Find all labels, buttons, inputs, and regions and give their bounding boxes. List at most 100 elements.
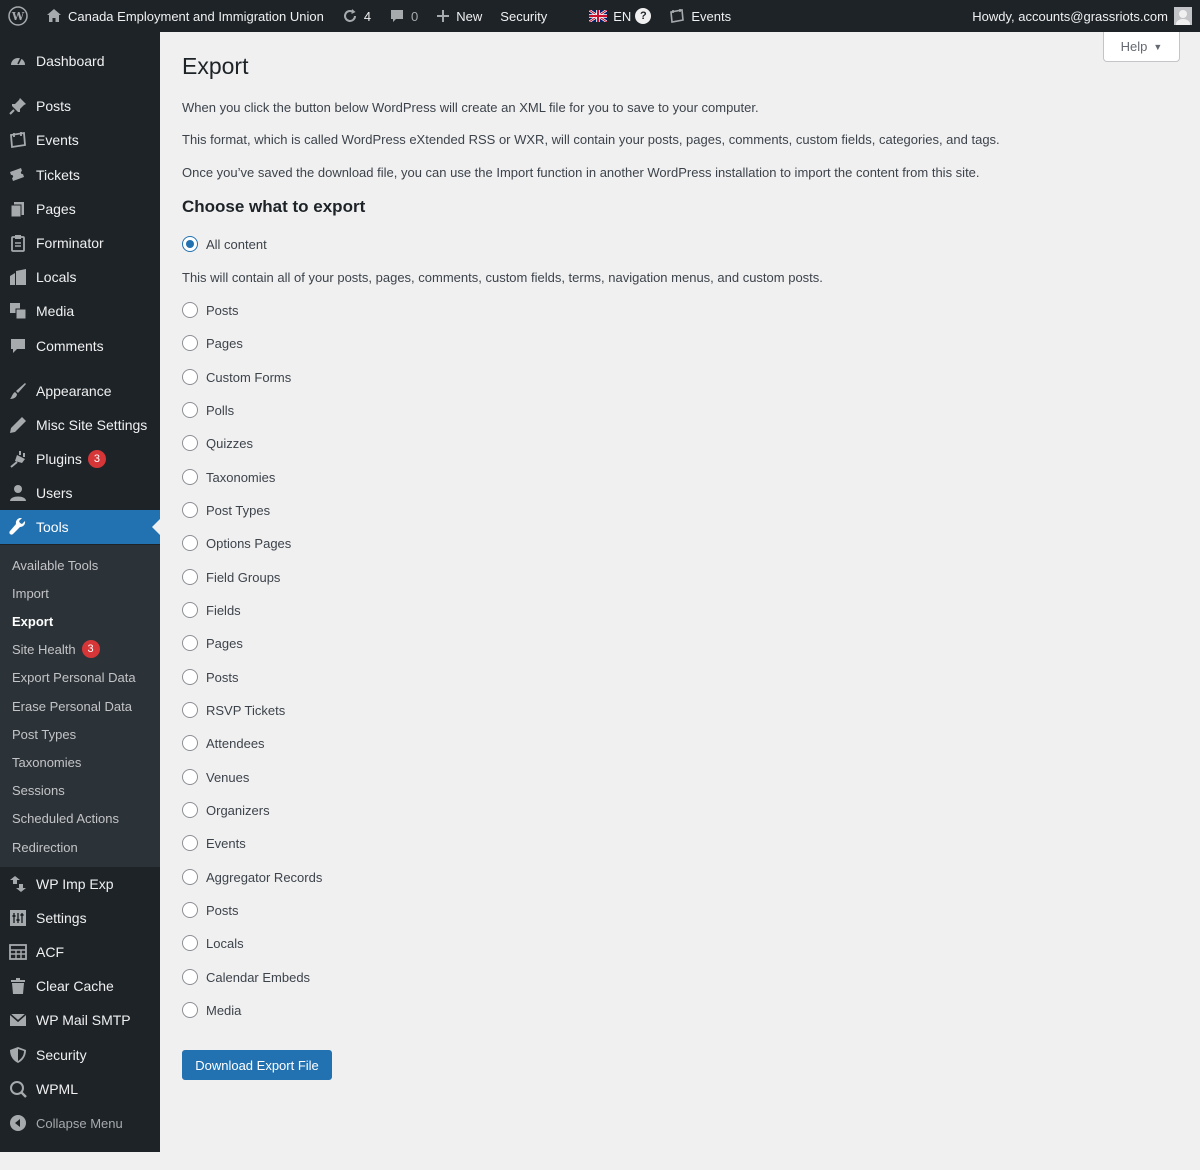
sidebar-item-media[interactable]: Media	[0, 294, 160, 328]
radio-option-fields[interactable]: Fields	[182, 600, 241, 620]
sidebar-item-tickets[interactable]: Tickets	[0, 158, 160, 192]
events-link[interactable]: Events	[660, 0, 740, 32]
radio-button[interactable]	[182, 435, 198, 451]
submenu-item-label: Post Types	[12, 726, 77, 742]
radio-option-field-groups[interactable]: Field Groups	[182, 567, 280, 587]
sidebar-item-pages[interactable]: Pages	[0, 192, 160, 226]
radio-button[interactable]	[182, 735, 198, 751]
submenu-item-erase-personal-data[interactable]: Erase Personal Data	[12, 696, 132, 716]
radio-button[interactable]	[182, 469, 198, 485]
radio-option-custom-forms[interactable]: Custom Forms	[182, 367, 291, 387]
sidebar-item-comments[interactable]: Comments	[0, 329, 160, 363]
radio-option-rsvp-tickets[interactable]: RSVP Tickets	[182, 700, 285, 720]
radio-button[interactable]	[182, 669, 198, 685]
radio-option-attendees[interactable]: Attendees	[182, 733, 265, 753]
radio-button[interactable]	[182, 535, 198, 551]
radio-button[interactable]	[182, 569, 198, 585]
security-link[interactable]: Security	[491, 0, 556, 32]
radio-option-locals[interactable]: Locals	[182, 933, 244, 953]
submenu-item-site-health[interactable]: Site Health 3	[12, 639, 100, 659]
radio-button[interactable]	[182, 869, 198, 885]
sidebar-item-misc-site-settings[interactable]: Misc Site Settings	[0, 408, 160, 442]
submenu-item-redirection[interactable]: Redirection	[12, 837, 78, 857]
radio-button[interactable]	[182, 702, 198, 718]
radio-button[interactable]	[182, 602, 198, 618]
download-export-button[interactable]: Download Export File	[182, 1050, 332, 1080]
sidebar-item-wp-mail-smtp[interactable]: WP Mail SMTP	[0, 1003, 160, 1037]
submenu-item-import[interactable]: Import	[12, 583, 49, 603]
radio-option-calendar-embeds[interactable]: Calendar Embeds	[182, 967, 310, 987]
submenu-item-label: Scheduled Actions	[12, 810, 119, 826]
submenu-item-scheduled-actions[interactable]: Scheduled Actions	[12, 808, 119, 828]
sidebar-item-posts[interactable]: Posts	[0, 89, 160, 123]
radio-button[interactable]	[182, 935, 198, 951]
radio-button[interactable]	[182, 902, 198, 918]
radio-button[interactable]	[182, 302, 198, 318]
wordpress-logo-icon[interactable]: W	[0, 0, 37, 32]
radio-option-aggregator-records[interactable]: Aggregator Records	[182, 867, 322, 887]
sidebar-item-label: WP Mail SMTP	[36, 1012, 131, 1028]
sidebar-item-plugins[interactable]: Plugins 3	[0, 442, 160, 476]
help-button[interactable]: Help ▼	[1103, 32, 1180, 62]
radio-option-organizers[interactable]: Organizers	[182, 800, 270, 820]
shield-icon	[0, 1046, 36, 1064]
radio-option-polls[interactable]: Polls	[182, 400, 234, 420]
radio-button-checked[interactable]	[182, 236, 198, 252]
collapse-menu-button[interactable]: Collapse Menu	[0, 1106, 160, 1140]
submenu-item-export-personal-data[interactable]: Export Personal Data	[12, 667, 136, 687]
sidebar-item-events[interactable]: Events	[0, 123, 160, 157]
sidebar-item-settings[interactable]: Settings	[0, 901, 160, 935]
radio-button[interactable]	[182, 835, 198, 851]
sidebar-item-security[interactable]: Security	[0, 1038, 160, 1072]
radio-button[interactable]	[182, 502, 198, 518]
sidebar-item-clear-cache[interactable]: Clear Cache	[0, 969, 160, 1003]
submenu-item-export[interactable]: Export	[12, 611, 53, 631]
radio-button[interactable]	[182, 802, 198, 818]
sidebar-item-tools[interactable]: Tools	[0, 510, 160, 544]
radio-option-options-pages[interactable]: Options Pages	[182, 533, 291, 553]
radio-button[interactable]	[182, 335, 198, 351]
radio-option-pages[interactable]: Pages	[182, 333, 243, 353]
submenu-item-post-types[interactable]: Post Types	[12, 724, 76, 744]
updates-link[interactable]: 4	[333, 0, 380, 32]
new-content-link[interactable]: New	[427, 0, 491, 32]
radio-option-quizzes[interactable]: Quizzes	[182, 433, 253, 453]
sidebar-item-appearance[interactable]: Appearance	[0, 374, 160, 408]
radio-all-content[interactable]: All content	[182, 234, 267, 254]
sidebar-item-acf[interactable]: ACF	[0, 935, 160, 969]
radio-option-posts[interactable]: Posts	[182, 900, 239, 920]
radio-option-events[interactable]: Events	[182, 833, 246, 853]
radio-button[interactable]	[182, 369, 198, 385]
radio-option-posts[interactable]: Posts	[182, 667, 239, 687]
submenu-item-taxonomies[interactable]: Taxonomies	[12, 752, 81, 772]
radio-option-venues[interactable]: Venues	[182, 767, 249, 787]
radio-option-taxonomies[interactable]: Taxonomies	[182, 467, 275, 487]
radio-button[interactable]	[182, 969, 198, 985]
my-account-link[interactable]: Howdy, accounts@grassriots.com	[972, 0, 1200, 32]
sidebar-item-forminator[interactable]: Forminator	[0, 226, 160, 260]
radio-option-post-types[interactable]: Post Types	[182, 500, 270, 520]
caret-down-icon: ▼	[1153, 41, 1163, 52]
sidebar-item-locals[interactable]: Locals	[0, 260, 160, 294]
submenu-item-sessions[interactable]: Sessions	[12, 780, 65, 800]
radio-button[interactable]	[182, 769, 198, 785]
language-switcher[interactable]: EN ?	[580, 0, 660, 32]
sidebar-item-wpml[interactable]: WPML	[0, 1072, 160, 1106]
sidebar-item-dashboard[interactable]: Dashboard	[0, 44, 160, 78]
radio-option-pages[interactable]: Pages	[182, 633, 243, 653]
radio-label: Post Types	[206, 502, 271, 518]
radio-label: Posts	[206, 902, 239, 918]
sidebar-item-users[interactable]: Users	[0, 476, 160, 510]
radio-button[interactable]	[182, 402, 198, 418]
radio-button[interactable]	[182, 1002, 198, 1018]
site-name: Canada Employment and Immigration Union	[68, 8, 324, 24]
sidebar-item-wp-imp-exp[interactable]: WP Imp Exp	[0, 867, 160, 901]
site-name-link[interactable]: Canada Employment and Immigration Union	[37, 0, 333, 32]
radio-option-media[interactable]: Media	[182, 1000, 241, 1020]
collapse-menu-label: Collapse Menu	[36, 1115, 123, 1131]
radio-button[interactable]	[182, 635, 198, 651]
radio-option-posts[interactable]: Posts	[182, 300, 239, 320]
comments-link[interactable]: 0	[380, 0, 427, 32]
radio-label: Locals	[206, 935, 244, 951]
submenu-item-available-tools[interactable]: Available Tools	[12, 555, 98, 575]
